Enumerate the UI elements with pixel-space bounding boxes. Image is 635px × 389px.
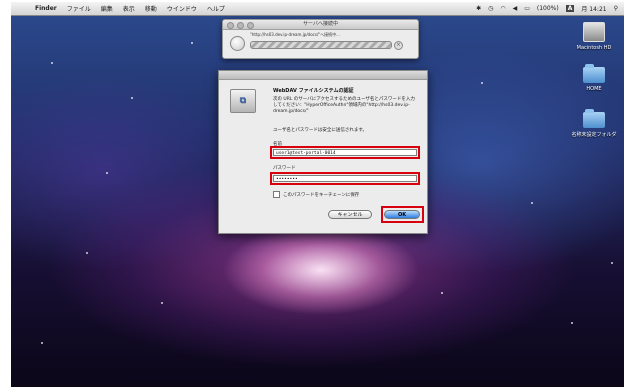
desktop-icon-untitled-folder[interactable]: 名称未設定フォルダ [564, 109, 624, 138]
zoom-button[interactable] [247, 22, 254, 29]
menubar: Finder ファイル 編集 表示 移動 ウインドウ ヘルプ ✱ ◷ ◠ ◀ ▭… [11, 2, 624, 16]
name-field-highlight [270, 146, 420, 159]
password-field-highlight [270, 172, 420, 185]
cancel-button[interactable]: キャンセル [328, 210, 372, 219]
desktop-icon-label: HOME [586, 86, 602, 92]
desktop-icon-macintosh-hd[interactable]: Macintosh HD [564, 22, 624, 51]
menu-go[interactable]: 移動 [145, 4, 157, 13]
progress-bar [250, 41, 392, 49]
window-titlebar[interactable]: サーバへ接続中 [223, 20, 418, 30]
battery-icon[interactable]: ▭ [524, 5, 530, 12]
network-server-icon: ⧉ [230, 89, 256, 113]
webdav-auth-dialog: ⧉ WebDAV ファイルシステムの認証 次の URL のサーバにアクセスするた… [218, 70, 428, 234]
desktop-icon-home[interactable]: HOME [564, 64, 624, 92]
clock-icon[interactable]: ◷ [488, 5, 493, 12]
connect-server-window: サーバへ接続中 "http://hs03.dev.ip-dream.jp/doc… [222, 19, 419, 59]
battery-percent: (100%) [536, 5, 559, 12]
input-source-icon[interactable]: A [565, 5, 575, 12]
bluetooth-icon[interactable]: ✱ [476, 5, 481, 12]
window-controls [227, 22, 254, 29]
minimize-button[interactable] [237, 22, 244, 29]
dialog-title: WebDAV ファイルシステムの認証 [273, 88, 354, 94]
menu-window[interactable]: ウインドウ [167, 4, 197, 13]
ok-button-highlight [381, 206, 424, 223]
volume-icon[interactable]: ◀ [513, 5, 518, 12]
password-label: パスワード [273, 166, 296, 171]
stop-icon[interactable]: × [394, 41, 403, 50]
dialog-message: 次の URL のサーバにアクセスするためのユーザ名とパスワードを入力してください… [273, 97, 415, 114]
spotlight-icon[interactable]: ⚲ [614, 5, 618, 12]
wifi-icon[interactable]: ◠ [500, 5, 505, 12]
keychain-checkbox-row[interactable]: このパスワードをキーチェーンに保存 [273, 191, 359, 198]
connecting-url: "http://hs03.dev.ip-dream.jp/docs/"へ接続中.… [250, 32, 340, 37]
desktop-icon-label: 名称未設定フォルダ [571, 132, 617, 138]
desktop-icon-label: Macintosh HD [576, 45, 612, 51]
folder-icon [583, 109, 605, 128]
hard-drive-icon [583, 22, 605, 42]
menu-help[interactable]: ヘルプ [207, 4, 225, 13]
desktop: Finder ファイル 編集 表示 移動 ウインドウ ヘルプ ✱ ◷ ◠ ◀ ▭… [11, 2, 624, 387]
close-button[interactable] [227, 22, 234, 29]
status-area: ✱ ◷ ◠ ◀ ▭ (100%) A 月 14:21 ⚲ [476, 2, 618, 15]
keychain-checkbox[interactable] [273, 191, 280, 198]
network-globe-icon [230, 36, 245, 51]
menu-app-finder[interactable]: Finder [35, 5, 57, 12]
folder-icon [583, 64, 605, 83]
menubar-clock[interactable]: 月 14:21 [581, 4, 606, 13]
menu-view[interactable]: 表示 [123, 4, 135, 13]
menu-file[interactable]: ファイル [67, 4, 91, 13]
secure-note: ユーザ名とパスワードは安全に送信されます。 [273, 128, 367, 133]
dialog-titlebar [219, 71, 427, 80]
menu-edit[interactable]: 編集 [101, 4, 113, 13]
keychain-label: このパスワードをキーチェーンに保存 [283, 192, 360, 198]
